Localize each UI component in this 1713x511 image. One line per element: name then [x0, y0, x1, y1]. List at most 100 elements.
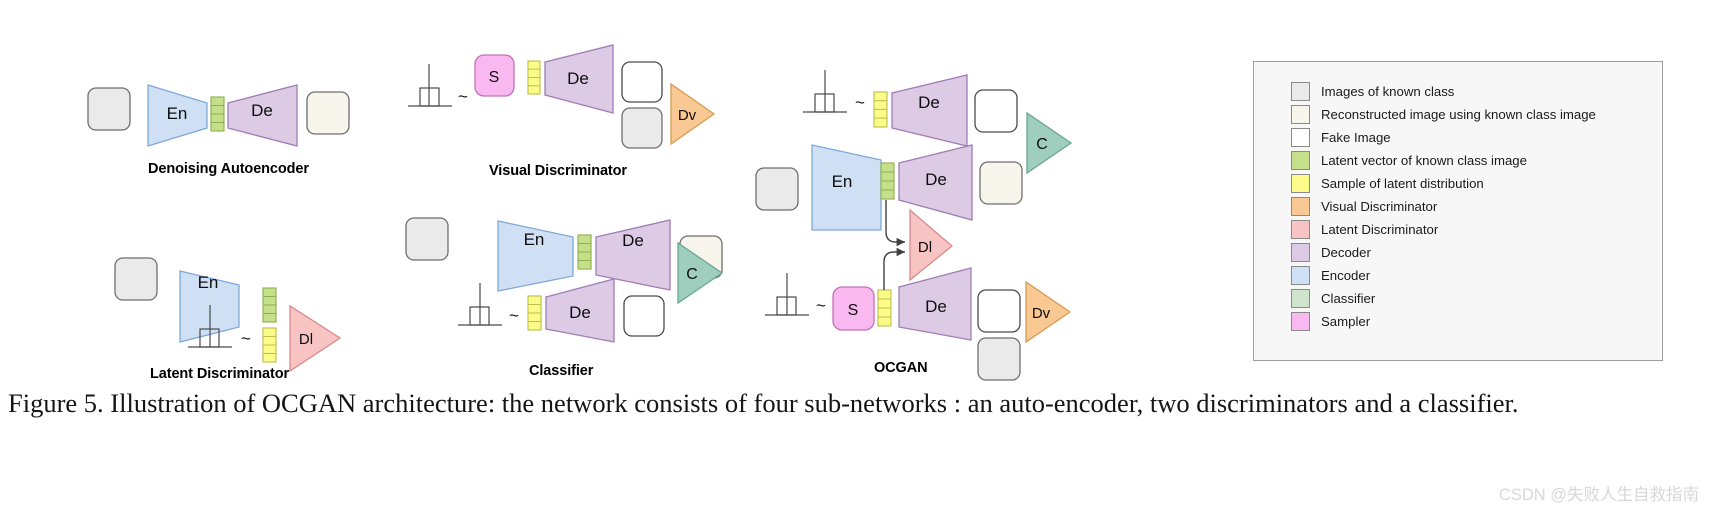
panel-denoising-autoencoder: En De — [87, 84, 350, 147]
legend-label: Visual Discriminator — [1321, 199, 1438, 214]
classifier-block — [1026, 111, 1073, 175]
latent-sample-bar — [262, 327, 277, 363]
latent-sample-bar — [527, 295, 542, 331]
legend-label: Latent vector of known class image — [1321, 153, 1527, 168]
decoder-label: De — [567, 69, 589, 88]
tilde-symbol: ~ — [241, 329, 251, 348]
encoder-label: En — [167, 104, 188, 123]
legend-swatch — [1291, 312, 1310, 331]
panel-title-visual-discriminator: Visual Discriminator — [489, 163, 627, 179]
arrow-latent-known-to-dl — [885, 200, 905, 247]
reconstructed-image-block — [306, 91, 350, 135]
known-image-block — [405, 217, 449, 261]
legend-swatch — [1291, 266, 1310, 285]
fake-image-block-top — [974, 89, 1018, 133]
decoder-label: De — [251, 101, 273, 120]
legend-label: Decoder — [1321, 245, 1371, 260]
latent-distribution-glyph-top — [803, 70, 847, 113]
csdn-watermark: CSDN @失败人生自救指南 — [1498, 486, 1699, 504]
panel-title-ocgan: OCGAN — [874, 360, 928, 376]
latent-known-bar — [262, 287, 277, 323]
legend-label: Fake Image — [1321, 130, 1391, 145]
encoder-label: En — [832, 172, 853, 191]
tilde-symbol: ~ — [458, 87, 468, 106]
legend-swatch — [1291, 243, 1310, 262]
latent-known-bar — [577, 234, 592, 270]
panel-visual-discriminator: ~ S De Dv — [408, 44, 716, 149]
panel-ocgan: ~ De En De ~ S De Dl C Dv — [755, 70, 1073, 381]
legend-item-list: Images of known class Reconstructed image… — [1291, 80, 1651, 333]
legend-label: Encoder — [1321, 268, 1371, 283]
latent-discriminator-label: Dl — [918, 239, 932, 256]
encoder-label: En — [198, 273, 219, 292]
classifier-label: C — [686, 266, 698, 283]
legend-label: Reconstructed image using known class im… — [1321, 107, 1596, 122]
legend-label: Sampler — [1321, 314, 1371, 329]
sampler-label: S — [848, 302, 859, 319]
latent-known-bar-mid — [880, 162, 895, 200]
panel-title-denoising-autoencoder: Denoising Autoencoder — [148, 161, 309, 177]
visual-discriminator-label: Dv — [678, 107, 697, 124]
tilde-symbol: ~ — [509, 306, 519, 325]
legend-item: Sample of latent distribution — [1291, 172, 1651, 195]
legend-label: Sample of latent distribution — [1321, 176, 1484, 191]
latent-sample-bar-top — [873, 91, 888, 128]
legend-item: Latent Discriminator — [1291, 218, 1651, 241]
legend-swatch — [1291, 151, 1310, 170]
legend-swatch — [1291, 289, 1310, 308]
visual-discriminator-label: Dv — [1032, 305, 1051, 322]
arrow-latent-sample-to-dl — [883, 247, 905, 290]
known-image-block — [621, 107, 663, 149]
legend-swatch — [1291, 220, 1310, 239]
known-image-block-mid — [755, 167, 799, 211]
latent-sample-bar-bottom — [877, 289, 892, 327]
sampler-label: S — [489, 69, 500, 86]
known-image-block — [114, 257, 158, 301]
latent-discriminator-label: Dl — [299, 331, 313, 348]
fake-image-block — [621, 61, 663, 103]
legend-swatch — [1291, 128, 1310, 147]
panel-latent-discriminator: En ~ Dl — [114, 257, 342, 373]
figure-caption: Figure 5. Illustration of OCGAN architec… — [8, 388, 1519, 418]
classifier-label: C — [1036, 136, 1048, 153]
decoder-label: De — [925, 297, 947, 316]
latent-distribution-glyph — [458, 283, 502, 326]
latent-discriminator-block — [289, 304, 342, 373]
decoder-label: De — [925, 170, 947, 189]
legend-item: Fake Image — [1291, 126, 1651, 149]
legend-item: Latent vector of known class image — [1291, 149, 1651, 172]
legend-item: Classifier — [1291, 287, 1651, 310]
legend-swatch — [1291, 82, 1310, 101]
legend-item: Images of known class — [1291, 80, 1651, 103]
reconstructed-image-block-mid — [979, 161, 1023, 205]
latent-sample-bar — [527, 60, 541, 95]
legend-swatch — [1291, 105, 1310, 124]
legend-item: Visual Discriminator — [1291, 195, 1651, 218]
legend-label: Classifier — [1321, 291, 1376, 306]
legend-swatch — [1291, 197, 1310, 216]
decoder-label: De — [918, 93, 940, 112]
panel-title-latent-discriminator: Latent Discriminator — [150, 366, 289, 382]
legend-label: Images of known class — [1321, 84, 1455, 99]
known-image-block-bottom — [977, 337, 1021, 381]
panel-title-classifier: Classifier — [529, 363, 594, 379]
figure-container: En De ~ S De Dv En ~ Dl En De ~ De C ~ D… — [0, 0, 1713, 511]
decoder-label: De — [569, 303, 591, 322]
legend-item: Encoder — [1291, 264, 1651, 287]
latent-known-bar — [210, 96, 225, 132]
latent-distribution-glyph — [408, 64, 452, 107]
legend-item: Reconstructed image using known class im… — [1291, 103, 1651, 126]
legend-label: Latent Discriminator — [1321, 222, 1439, 237]
legend-swatch — [1291, 174, 1310, 193]
legend-item: Decoder — [1291, 241, 1651, 264]
decoder-label: De — [622, 231, 644, 250]
fake-image-block — [623, 295, 665, 337]
encoder-label: En — [524, 230, 545, 249]
tilde-symbol: ~ — [816, 296, 826, 315]
known-image-block — [87, 87, 131, 131]
latent-distribution-glyph-bottom — [765, 273, 809, 316]
legend-item: Sampler — [1291, 310, 1651, 333]
panel-classifier: En De ~ De C — [405, 217, 724, 343]
tilde-symbol: ~ — [855, 93, 865, 112]
fake-image-block-bottom — [977, 289, 1021, 333]
